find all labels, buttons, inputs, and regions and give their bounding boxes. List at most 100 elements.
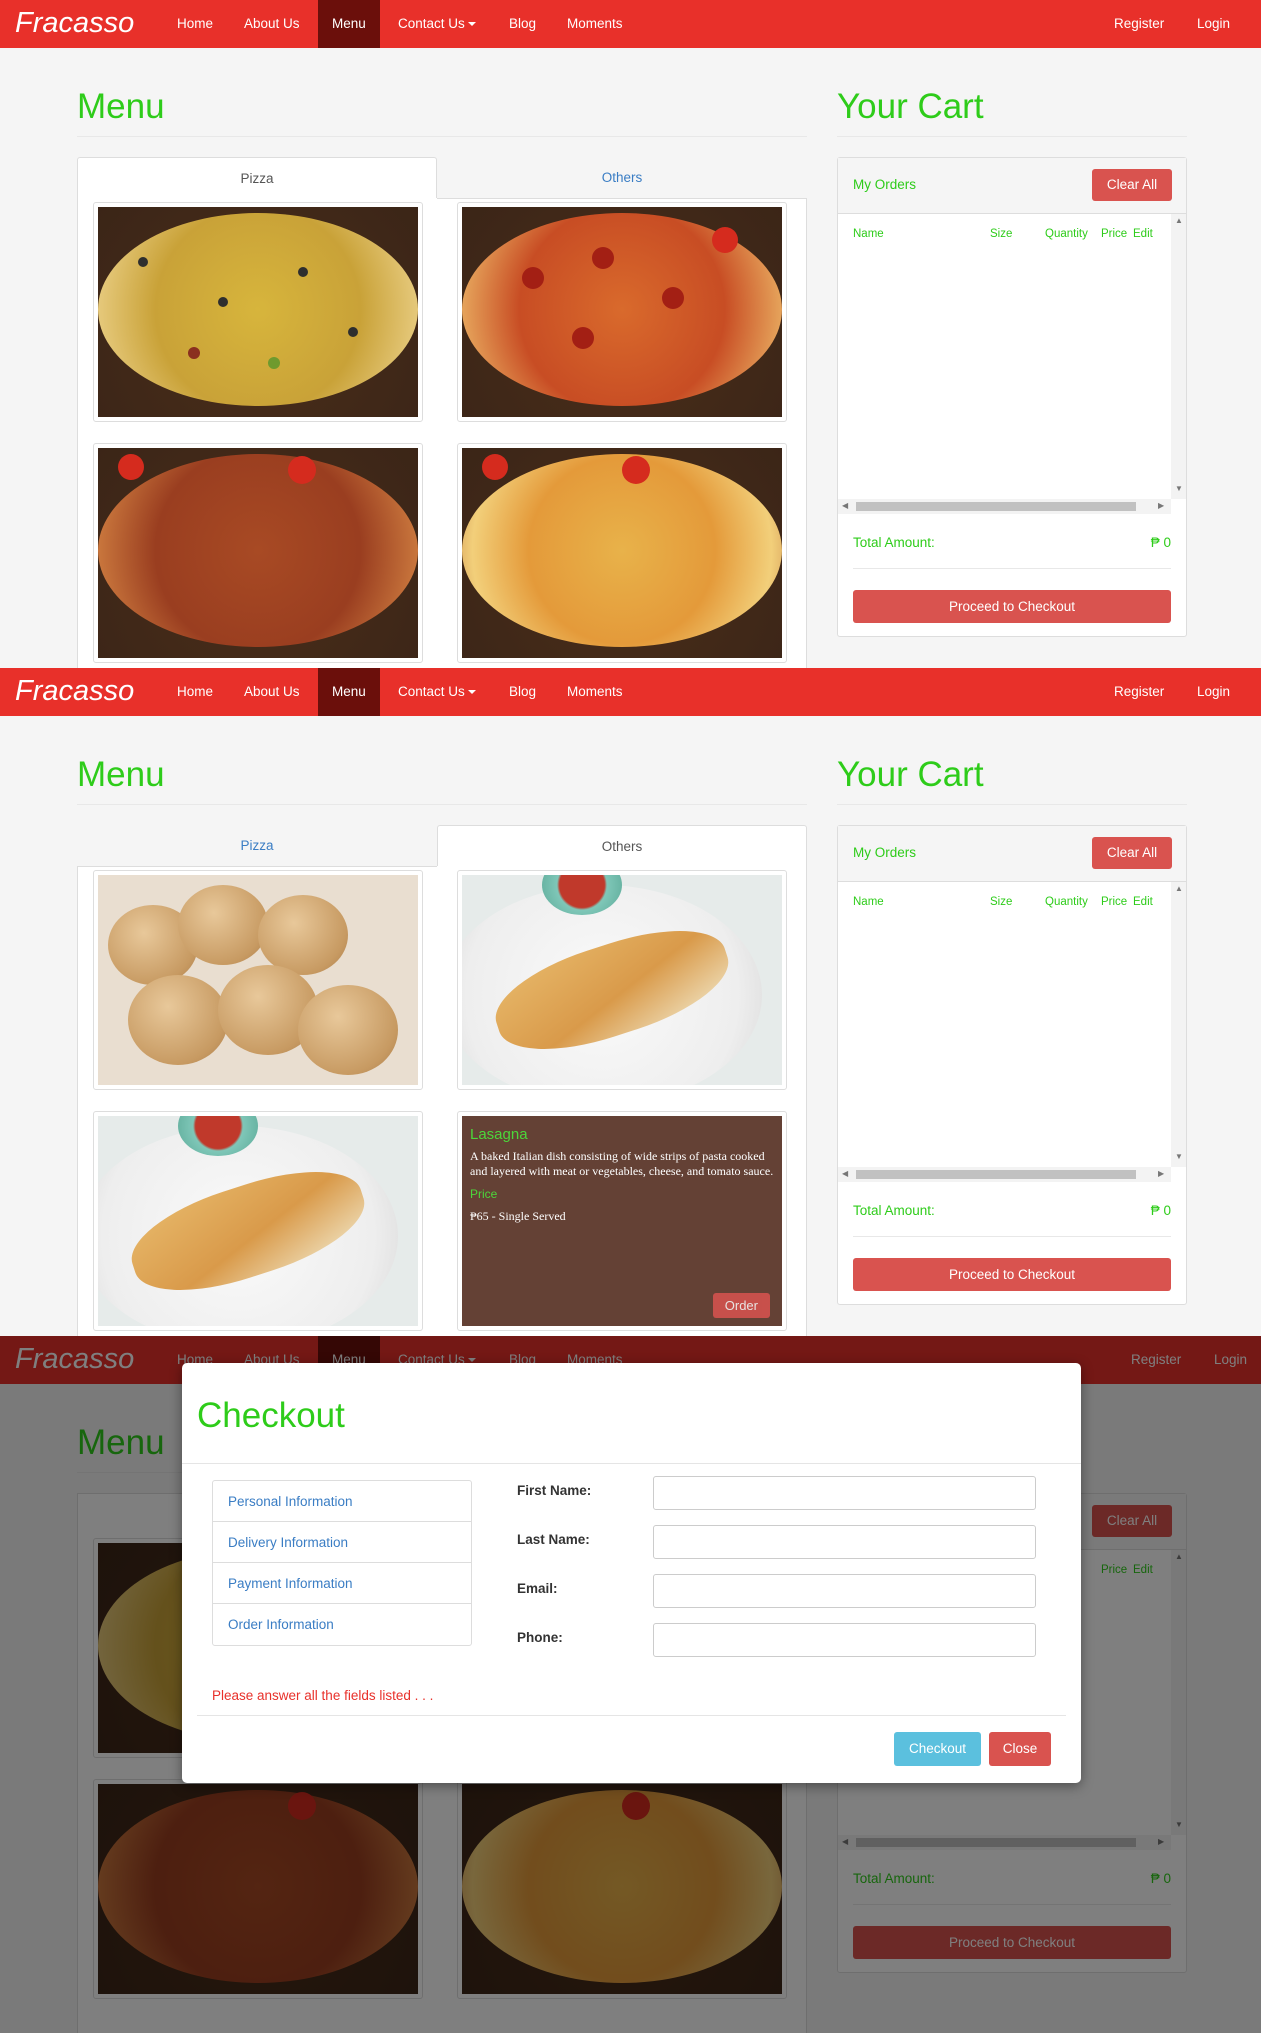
- nav-home[interactable]: Home: [163, 0, 227, 48]
- tomato: [288, 456, 316, 484]
- nav-moments[interactable]: Moments: [553, 668, 637, 716]
- scroll-down-icon[interactable]: ▼: [1175, 1152, 1183, 1161]
- nav-register[interactable]: Register: [1100, 0, 1178, 48]
- scroll-thumb[interactable]: [856, 502, 1136, 511]
- scroll-right-icon[interactable]: ▶: [1158, 501, 1164, 510]
- proceed-to-checkout-button[interactable]: Proceed to Checkout: [853, 1258, 1171, 1291]
- divider: [853, 568, 1171, 569]
- divider: [77, 136, 807, 137]
- nav-about-us[interactable]: About Us: [230, 668, 314, 716]
- horizontal-scrollbar[interactable]: ◀ ▶: [838, 499, 1171, 514]
- calzone-image: [98, 1116, 418, 1326]
- nav-about-us[interactable]: About Us: [230, 0, 314, 48]
- section-personal-info[interactable]: Personal Information: [213, 1481, 471, 1522]
- brand-logo[interactable]: Fracasso: [15, 6, 134, 40]
- tomato: [118, 454, 144, 480]
- nav-contact-us[interactable]: Contact Us: [384, 0, 490, 48]
- nav-blog[interactable]: Blog: [495, 0, 550, 48]
- nav-contact-label: Contact Us: [398, 684, 465, 699]
- nav-contact-label: Contact Us: [398, 16, 465, 31]
- scroll-left-icon[interactable]: ◀: [842, 1169, 848, 1178]
- tomato: [622, 456, 650, 484]
- menu-item-bread-rolls[interactable]: [93, 870, 423, 1090]
- tab-pizza[interactable]: Pizza: [77, 825, 437, 867]
- menu-item-pepperoni-pizza[interactable]: [457, 202, 787, 422]
- checkout-button[interactable]: Checkout: [894, 1732, 981, 1766]
- validation-warning: Please answer all the fields listed . . …: [212, 1688, 434, 1703]
- section-order-info[interactable]: Order Information: [213, 1604, 471, 1645]
- tomato: [712, 227, 738, 253]
- nav-login[interactable]: Login: [1183, 668, 1244, 716]
- pizza-image: [98, 448, 418, 658]
- first-name-field[interactable]: [653, 1476, 1036, 1510]
- bun-shape: [298, 985, 398, 1075]
- topping: [188, 347, 200, 359]
- clear-all-button[interactable]: Clear All: [1092, 837, 1172, 869]
- order-button[interactable]: Order: [712, 1293, 770, 1318]
- topping: [572, 327, 594, 349]
- nav-login[interactable]: Login: [1183, 0, 1244, 48]
- item-name: Lasagna: [470, 1126, 528, 1143]
- topping: [592, 247, 614, 269]
- scroll-left-icon[interactable]: ◀: [842, 501, 848, 510]
- tab-others[interactable]: Others: [442, 157, 802, 199]
- menu-tabs: Pizza Others: [77, 825, 807, 867]
- checkout-sections: Personal Information Delivery Informatio…: [212, 1480, 472, 1646]
- tomato: [482, 454, 508, 480]
- tab-pizza[interactable]: Pizza: [77, 157, 437, 199]
- first-name-label: First Name:: [517, 1483, 592, 1498]
- pizza-image: [98, 207, 418, 417]
- pizza-shape: [462, 454, 782, 648]
- email-field[interactable]: [653, 1574, 1036, 1608]
- menu-item-calzone[interactable]: [457, 870, 787, 1090]
- menu-item-hawaiian-pizza[interactable]: [457, 443, 787, 663]
- section-delivery-info[interactable]: Delivery Information: [213, 1522, 471, 1563]
- tab-underline: [437, 198, 807, 199]
- nav-menu[interactable]: Menu: [318, 0, 380, 48]
- nav-register[interactable]: Register: [1100, 668, 1178, 716]
- chevron-down-icon: [467, 690, 476, 695]
- last-name-field[interactable]: [653, 1525, 1036, 1559]
- nav-contact-us[interactable]: Contact Us: [384, 668, 490, 716]
- orders-table: Name Size Quantity Price Edit: [838, 882, 1171, 1167]
- menu-item-meat-pizza[interactable]: [93, 443, 423, 663]
- proceed-to-checkout-button[interactable]: Proceed to Checkout: [853, 590, 1171, 623]
- vertical-scrollbar[interactable]: ▲ ▼: [1171, 214, 1186, 499]
- brand-logo[interactable]: Fracasso: [15, 674, 134, 708]
- menu-item-calzone-2[interactable]: [93, 1111, 423, 1331]
- topping: [218, 297, 228, 307]
- divider: [837, 804, 1187, 805]
- item-price: ₱65 - Single Served: [470, 1209, 566, 1223]
- tab-others[interactable]: Others: [437, 825, 807, 867]
- email-label: Email:: [517, 1581, 558, 1596]
- nav-menu[interactable]: Menu: [318, 668, 380, 716]
- divider: [837, 136, 1187, 137]
- clear-all-button[interactable]: Clear All: [1092, 169, 1172, 201]
- nav-blog[interactable]: Blog: [495, 668, 550, 716]
- nav-home[interactable]: Home: [163, 668, 227, 716]
- scroll-right-icon[interactable]: ▶: [1158, 1169, 1164, 1178]
- screen-checkout-modal: Fracasso Home About Us Menu Contact Us B…: [0, 1336, 1261, 2033]
- nav-moments[interactable]: Moments: [553, 0, 637, 48]
- column-quantity: Quantity: [1045, 896, 1088, 908]
- section-payment-info[interactable]: Payment Information: [213, 1563, 471, 1604]
- menu-heading: Menu: [77, 755, 165, 794]
- topping: [348, 327, 358, 337]
- vertical-scrollbar[interactable]: ▲ ▼: [1171, 882, 1186, 1167]
- total-amount-label: Total Amount:: [853, 535, 935, 550]
- close-button[interactable]: Close: [989, 1732, 1051, 1766]
- phone-field[interactable]: [653, 1623, 1036, 1657]
- modal-title: Checkout: [197, 1396, 345, 1435]
- bun-shape: [178, 885, 268, 965]
- scroll-thumb[interactable]: [856, 1170, 1136, 1179]
- scroll-down-icon[interactable]: ▼: [1175, 484, 1183, 493]
- menu-item-lasagna[interactable]: Lasagna A baked Italian dish consisting …: [457, 1111, 787, 1331]
- cart-heading: Your Cart: [837, 87, 984, 126]
- bun-shape: [258, 895, 348, 975]
- scroll-up-icon[interactable]: ▲: [1175, 884, 1183, 893]
- horizontal-scrollbar[interactable]: ◀ ▶: [838, 1167, 1171, 1182]
- scroll-up-icon[interactable]: ▲: [1175, 216, 1183, 225]
- item-description: A baked Italian dish consisting of wide …: [470, 1149, 774, 1178]
- menu-item-vegetable-pizza[interactable]: [93, 202, 423, 422]
- topping: [522, 267, 544, 289]
